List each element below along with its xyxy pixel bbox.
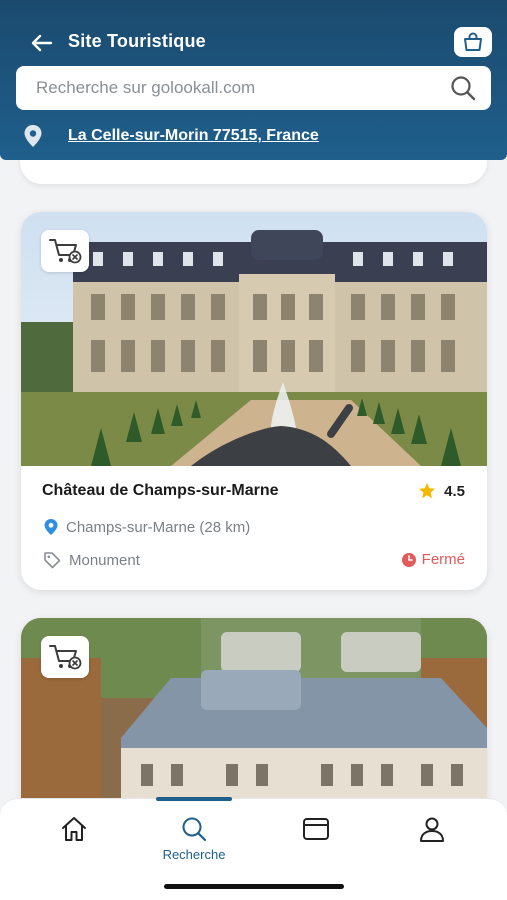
nav-profile[interactable] — [392, 815, 472, 875]
opening-status: Fermé — [401, 551, 465, 568]
page-title: Site Touristique — [68, 31, 206, 51]
place-category: Monument — [43, 551, 140, 569]
user-icon — [420, 817, 444, 842]
nav-search[interactable]: Recherche — [154, 815, 234, 875]
back-button[interactable] — [28, 30, 56, 56]
results-list[interactable]: Château de Champs-sur-Marne 4.5 Champs-s… — [0, 160, 507, 800]
tag-icon — [44, 552, 61, 569]
cart-remove-icon — [49, 239, 82, 264]
place-photo — [21, 618, 487, 800]
location-pin-icon — [24, 125, 42, 147]
nav-browser[interactable] — [276, 815, 356, 875]
location-pin-icon — [44, 519, 58, 535]
place-distance: Champs-sur-Marne (28 km) — [66, 518, 251, 536]
search-icon[interactable] — [448, 74, 478, 102]
previous-card[interactable] — [20, 160, 487, 184]
place-photo — [21, 212, 487, 466]
clock-icon — [401, 552, 416, 567]
place-card[interactable]: Château de Champs-sur-Marne 4.5 Champs-s… — [21, 212, 487, 590]
browser-window-icon — [303, 818, 329, 840]
search-input[interactable] — [16, 66, 491, 110]
location-bar[interactable]: La Celle-sur-Morin 77515, France — [22, 122, 319, 150]
nav-home[interactable] — [34, 815, 114, 875]
nav-search-label: Recherche — [162, 847, 226, 862]
rating-value: 4.5 — [444, 482, 465, 500]
home-indicator[interactable] — [164, 884, 344, 889]
arrow-left-icon — [31, 34, 53, 52]
rating: 4.5 — [418, 482, 465, 500]
location-link[interactable]: La Celle-sur-Morin 77515, France — [68, 127, 319, 145]
place-name[interactable]: Château de Champs-sur-Marne — [42, 482, 279, 500]
place-card[interactable] — [21, 618, 487, 800]
category-label: Monument — [69, 551, 140, 569]
shopping-bag-icon — [464, 32, 482, 51]
cart-remove-icon — [49, 645, 82, 670]
cart-remove-button[interactable] — [41, 636, 89, 678]
place-location: Champs-sur-Marne (28 km) — [43, 518, 250, 536]
home-icon — [62, 817, 86, 841]
active-tab-indicator — [156, 797, 232, 801]
cart-remove-button[interactable] — [41, 230, 89, 272]
search-icon — [182, 817, 207, 842]
star-icon — [419, 483, 436, 499]
cart-button[interactable] — [454, 27, 492, 57]
status-label: Fermé — [421, 551, 465, 568]
